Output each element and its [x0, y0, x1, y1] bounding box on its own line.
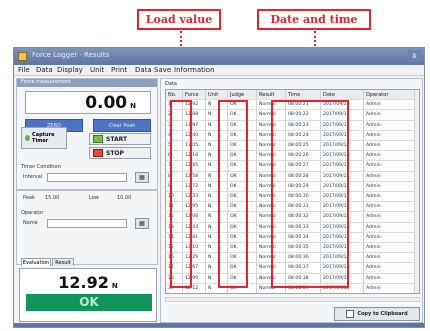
vertical-scrollbar[interactable] [414, 90, 419, 293]
highlight-load-column [170, 100, 192, 288]
col-time[interactable]: Time [286, 90, 321, 101]
table-cell: Admin [364, 263, 416, 274]
table-cell: Admin [364, 120, 416, 131]
callout-date-time: Date and time [257, 9, 371, 30]
table-cell: Admin [364, 110, 416, 121]
table-cell: Admin [364, 273, 416, 284]
table-cell: Admin [364, 232, 416, 243]
highlight-date-time-columns [271, 100, 349, 288]
callout-load-value: Load value [137, 9, 221, 30]
table-cell: Admin [364, 181, 416, 192]
col-date[interactable]: Date [321, 90, 364, 101]
app-icon [18, 52, 27, 61]
force-display: 0.00 N [25, 91, 151, 114]
table-cell: Admin [364, 141, 416, 152]
title-bar: Force Logger · Results x [14, 48, 424, 65]
operator-field[interactable] [47, 219, 127, 228]
menu-unit[interactable]: Unit [90, 66, 104, 74]
col-result[interactable]: Result [257, 90, 286, 101]
peak-value: 15.00 [45, 195, 60, 201]
operator-header: Operator [21, 210, 44, 216]
highlight-judge-column [218, 100, 248, 288]
start-button[interactable]: START [89, 133, 151, 145]
judge-panel: 12.92 N OK [19, 268, 157, 322]
table-cell: Admin [364, 222, 416, 233]
col-no[interactable]: No. [166, 90, 183, 101]
table-cell: Admin [364, 212, 416, 223]
low-value: 10.00 [117, 195, 132, 201]
stop-icon [93, 149, 103, 157]
col-judge[interactable]: Judge [228, 90, 257, 101]
capture-timer-button[interactable]: Capture Timer [21, 127, 67, 149]
menu-bar: File Data Display Unit Print Data Save I… [14, 65, 424, 76]
judge-value: 12.92 N [58, 273, 118, 292]
clear-peak-button[interactable]: Clear Peak [93, 119, 151, 132]
interval-label: Interval [23, 174, 43, 180]
operator-value: Name [23, 220, 38, 226]
interval-field[interactable] [47, 173, 127, 182]
status-bar [14, 323, 424, 327]
menu-data-save[interactable]: Data Save [135, 66, 171, 74]
menu-information[interactable]: Information [174, 66, 215, 74]
col-operator[interactable]: Operator [364, 90, 416, 101]
left-panel: Force measurement 0.00 N ZERO Clear Peak … [16, 78, 158, 323]
horizontal-scrollbar[interactable] [165, 297, 420, 302]
force-group-header: Force measurement [21, 79, 71, 85]
table-header-row: No. Force Unit Judge Result Time Date Op… [166, 90, 419, 101]
table-cell: Admin [364, 161, 416, 172]
tab-result[interactable]: Result [52, 258, 74, 266]
table-cell: Admin [364, 151, 416, 162]
judge-result-badge: OK [26, 294, 152, 311]
operator-settings-icon[interactable]: ▦ [135, 218, 149, 229]
capture-status-icon [25, 135, 31, 141]
force-group: Force measurement 0.00 N ZERO Clear Peak … [16, 78, 158, 190]
copy-to-clipboard-button[interactable]: Copy to Clipboard [334, 307, 420, 321]
table-cell: Admin [364, 171, 416, 182]
start-icon [93, 135, 103, 143]
timer-condition-label: Timer Condition [21, 164, 61, 170]
low-label: Low [89, 195, 99, 201]
col-force[interactable]: Force [183, 90, 206, 101]
close-button[interactable]: x [408, 50, 421, 62]
data-panel-header: Data [165, 81, 177, 87]
menu-print[interactable]: Print [111, 66, 127, 74]
window-title: Force Logger · Results [32, 51, 110, 59]
tab-evaluation[interactable]: Evaluation [21, 258, 51, 266]
menu-display[interactable]: Display [57, 66, 83, 74]
stop-button[interactable]: STOP [89, 147, 151, 159]
menu-data[interactable]: Data [36, 66, 53, 74]
col-unit[interactable]: Unit [206, 90, 228, 101]
table-cell: Admin [364, 202, 416, 213]
peak-label: Peak [23, 195, 35, 201]
table-cell: Admin [364, 253, 416, 264]
judge-condition-group: Peak 15.00 Low 10.00 Operator Name ▦ Eva… [16, 190, 158, 266]
table-cell: Admin [364, 243, 416, 254]
table-cell: Admin [364, 283, 416, 293]
table-cell: Admin [364, 130, 416, 141]
clipboard-icon [346, 310, 355, 318]
table-cell: Admin [364, 100, 416, 111]
interval-settings-icon[interactable]: ▦ [135, 172, 149, 183]
menu-file[interactable]: File [18, 66, 30, 74]
table-cell: Admin [364, 192, 416, 203]
